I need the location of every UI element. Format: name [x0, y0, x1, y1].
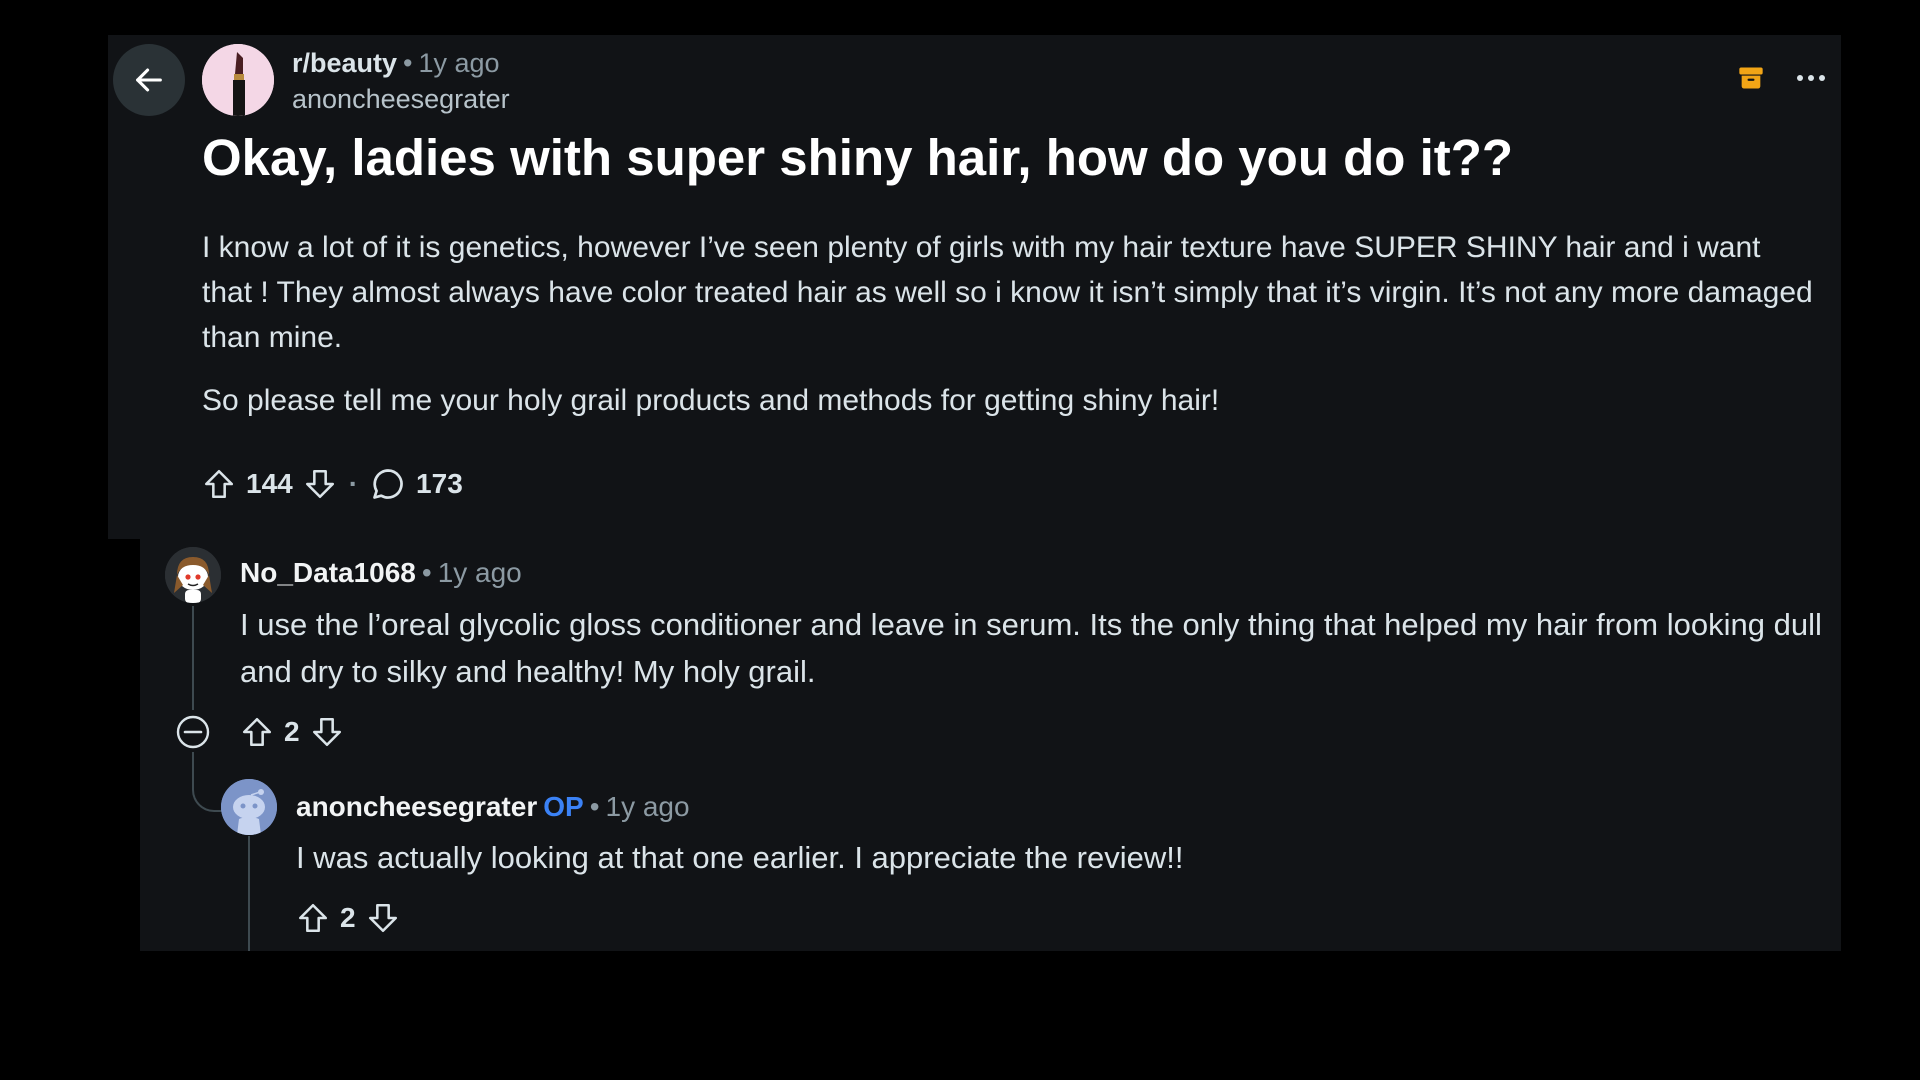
- comment-2-header: anoncheesegrater OP • 1y ago: [296, 790, 690, 824]
- post-time: 1y ago: [418, 48, 500, 78]
- snoo-avatar-image: [165, 547, 221, 603]
- meta-separator: •: [403, 48, 413, 78]
- post-author[interactable]: anoncheesegrater: [292, 82, 510, 116]
- downvote-arrow-icon[interactable]: [310, 715, 344, 749]
- comment-1-body: I use the l’oreal glycolic gloss conditi…: [240, 607, 1822, 689]
- comment-2-username[interactable]: anoncheesegrater: [296, 791, 537, 822]
- downvote-arrow-icon[interactable]: [366, 901, 400, 935]
- subreddit-name[interactable]: r/beauty: [292, 48, 397, 78]
- meta-separator: •: [421, 557, 432, 588]
- default-snoo-avatar-image: [221, 779, 277, 835]
- comment-2-actions: 2: [296, 898, 400, 938]
- comment-2-vote-count: 2: [340, 902, 356, 933]
- upvote-arrow-icon[interactable]: [296, 901, 330, 935]
- comment-count: 173: [416, 468, 463, 499]
- comment-1-actions: 2: [240, 712, 344, 752]
- collapse-minus-icon[interactable]: [173, 712, 213, 752]
- comment-2-time: 1y ago: [605, 791, 690, 822]
- more-horizontal-icon[interactable]: [1795, 73, 1827, 83]
- comment-1-username[interactable]: No_Data1068: [240, 557, 416, 588]
- post-body-paragraph-1: I know a lot of it is genetics, however …: [202, 231, 1813, 354]
- upvote-arrow-icon[interactable]: [240, 715, 274, 749]
- upvote-count: 144: [246, 468, 293, 499]
- subreddit-avatar[interactable]: [202, 44, 274, 116]
- post-actions: 144 · 173: [202, 463, 463, 505]
- comment-1-time: 1y ago: [437, 557, 522, 588]
- thread-line: [248, 836, 250, 951]
- comment-1-header: No_Data1068 • 1y ago: [240, 556, 522, 590]
- post-body: I know a lot of it is genetics, however …: [202, 225, 1817, 441]
- post-meta: r/beauty • 1y ago: [292, 46, 500, 80]
- op-badge: OP: [543, 791, 584, 822]
- thread-line: [192, 606, 194, 710]
- post-header-actions: [1737, 64, 1827, 92]
- downvote-arrow-icon[interactable]: [303, 467, 337, 501]
- post-body-paragraph-2: So please tell me your holy grail produc…: [202, 384, 1220, 417]
- comment-2-avatar[interactable]: [221, 779, 277, 835]
- meta-separator: •: [589, 791, 600, 822]
- actions-separator: ·: [348, 468, 359, 499]
- post-title: Okay, ladies with super shiny hair, how …: [202, 129, 1514, 186]
- lipstick-image: [202, 44, 274, 116]
- comment-1-avatar[interactable]: [165, 547, 221, 603]
- upvote-arrow-icon[interactable]: [202, 467, 236, 501]
- archive-icon[interactable]: [1737, 64, 1765, 92]
- thread-branch: [192, 752, 222, 812]
- comment-2-body: I was actually looking at that one earli…: [296, 840, 1184, 875]
- arrow-left-icon: [136, 68, 162, 92]
- comment-bubble-icon[interactable]: [370, 466, 406, 502]
- back-button[interactable]: [113, 44, 185, 116]
- comment-1-vote-count: 2: [284, 716, 300, 747]
